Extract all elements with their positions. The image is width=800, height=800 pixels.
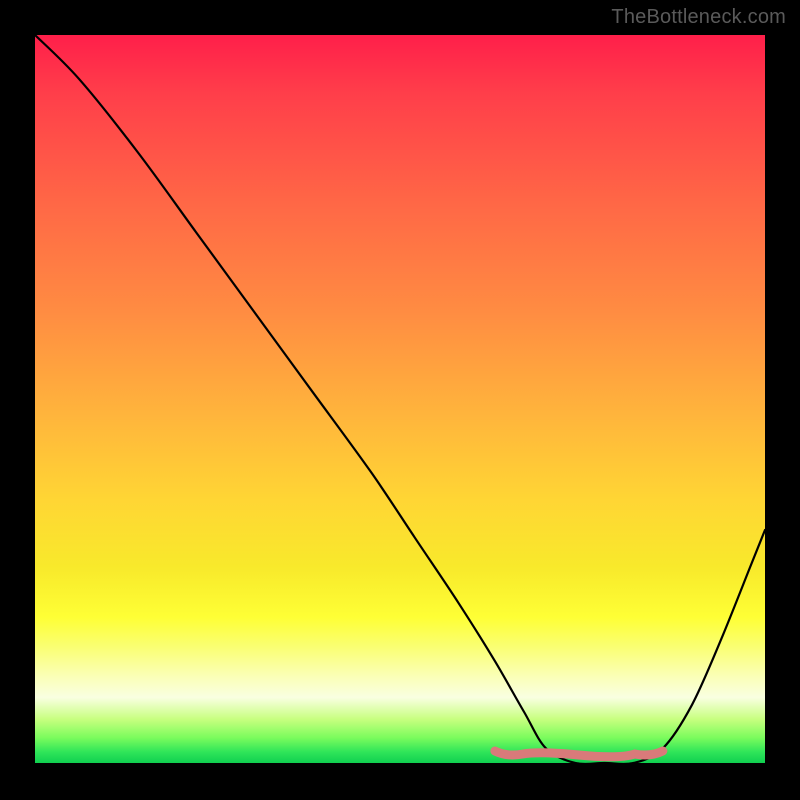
optimal-region-marker — [495, 751, 663, 757]
curve-layer — [35, 35, 765, 763]
bottleneck-curve-line — [35, 35, 765, 763]
watermark-text: TheBottleneck.com — [611, 6, 786, 29]
chart-area — [35, 35, 765, 763]
